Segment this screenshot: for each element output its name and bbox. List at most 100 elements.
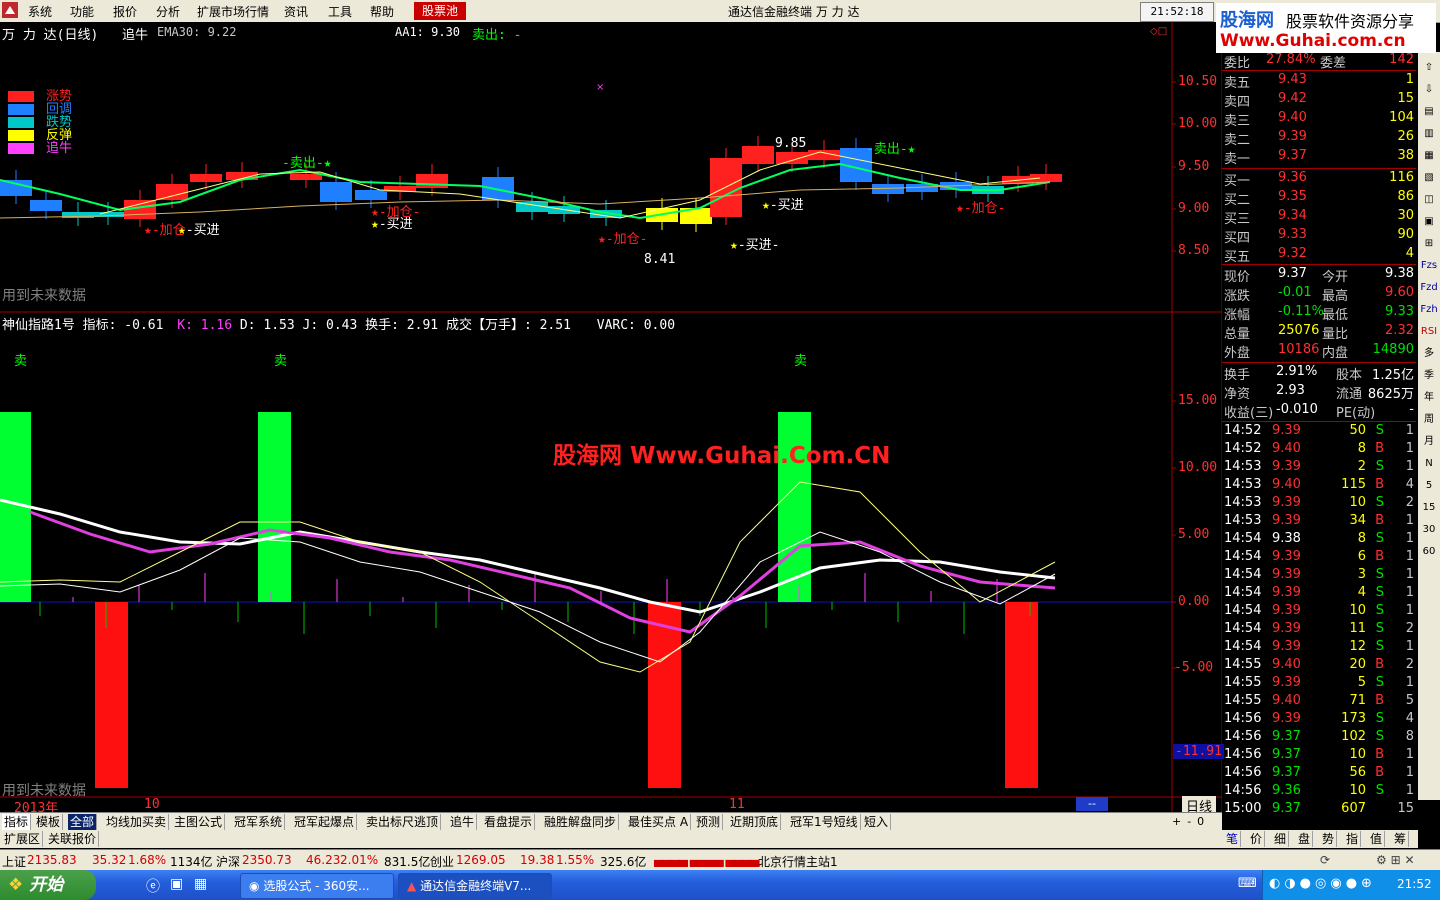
tab-15[interactable]: 短入 bbox=[862, 814, 892, 830]
tab-13[interactable]: 近期顶底 bbox=[728, 814, 782, 830]
sidebar-icon-7[interactable]: 周 bbox=[1420, 412, 1438, 428]
tick-price: 9.39 bbox=[1272, 585, 1301, 600]
sidebar-icon-2[interactable]: Fzh bbox=[1420, 302, 1438, 318]
menu-info[interactable]: 资讯 bbox=[284, 3, 308, 20]
menu-analysis[interactable]: 分析 bbox=[156, 3, 180, 20]
tab-extension[interactable]: 扩展区 bbox=[2, 831, 44, 847]
sidebar-icon-9[interactable]: N bbox=[1420, 456, 1438, 472]
app-logo-icon[interactable] bbox=[2, 2, 18, 18]
candle-body bbox=[0, 180, 32, 196]
tab-14[interactable]: 冠军1号短线 bbox=[788, 814, 861, 830]
sidebar-icon-12[interactable]: 30 bbox=[1420, 522, 1438, 538]
sidebar-tool-icon[interactable]: ⇧ bbox=[1420, 60, 1438, 76]
keyboard-icon[interactable]: ⌨ bbox=[1238, 876, 1257, 891]
sidebar-icon-11[interactable]: 15 bbox=[1420, 500, 1438, 516]
stock-pool-button[interactable]: 股票池 bbox=[414, 2, 466, 20]
right-tab-5[interactable]: 指 bbox=[1344, 831, 1362, 847]
sidebar-icon-10[interactable]: 5 bbox=[1420, 478, 1438, 494]
tab-8[interactable]: 追牛 bbox=[448, 814, 478, 830]
y-tick: 9.00 bbox=[1178, 201, 1210, 216]
menu-tools[interactable]: 工具 bbox=[328, 3, 352, 20]
tick-row: 14:53 9.39 10 S 2 bbox=[1222, 495, 1416, 513]
right-tab-1[interactable]: 价 bbox=[1248, 831, 1266, 847]
stat-label: 现价 bbox=[1224, 270, 1251, 285]
tick-time: 14:53 bbox=[1224, 495, 1262, 510]
sidebar-icon-8[interactable]: 月 bbox=[1420, 434, 1438, 450]
tray-icons[interactable]: ◐◑●◎◉●⊕ bbox=[1269, 876, 1376, 891]
candle-body bbox=[416, 174, 448, 188]
ask-row: 卖四 9.42 15 bbox=[1222, 91, 1416, 110]
kline-chart-area[interactable]: × ◇□ bbox=[0, 22, 1222, 812]
tray-clock: 21:52 bbox=[1397, 877, 1432, 891]
right-tab-4[interactable]: 势 bbox=[1320, 831, 1338, 847]
tab-6[interactable]: 冠军起爆点 bbox=[292, 814, 358, 830]
tick-count: 1 bbox=[1405, 423, 1414, 438]
tab-0[interactable]: 指标 bbox=[2, 814, 32, 830]
taskbar-window-tdx[interactable]: ▲ 通达信金融终端V7... bbox=[398, 873, 552, 899]
tab-5[interactable]: 冠军系统 bbox=[232, 814, 286, 830]
menu-system[interactable]: 系统 bbox=[28, 3, 52, 20]
sidebar-icon-3[interactable]: RSI bbox=[1420, 324, 1438, 340]
sidebar-tool-icon[interactable]: ▤ bbox=[1420, 104, 1438, 120]
ask-label: 卖四 bbox=[1224, 95, 1251, 110]
right-tab-7[interactable]: 筹 bbox=[1392, 831, 1410, 847]
quicklaunch-desktop-icon[interactable]: ▣ bbox=[170, 876, 183, 892]
ask-row: 卖一 9.37 38 bbox=[1222, 148, 1416, 167]
tick-time: 14:56 bbox=[1224, 711, 1262, 726]
right-tab-6[interactable]: 值 bbox=[1368, 831, 1386, 847]
scroll-marker[interactable]: -- bbox=[1076, 797, 1108, 811]
menu-extended-market[interactable]: 扩展市场行情 bbox=[197, 3, 269, 20]
start-button[interactable]: ❖ 开始 bbox=[0, 870, 96, 900]
right-tab-3[interactable]: 盘 bbox=[1296, 831, 1314, 847]
tab-9[interactable]: 看盘提示 bbox=[482, 814, 536, 830]
menu-function[interactable]: 功能 bbox=[70, 3, 94, 20]
sidebar-icon-6[interactable]: 年 bbox=[1420, 390, 1438, 406]
tab-2[interactable]: 全部 bbox=[68, 814, 98, 830]
quicklaunch-app-icon[interactable]: ▦ bbox=[194, 876, 207, 892]
tab-10[interactable]: 融胜解盘同步 bbox=[542, 814, 620, 830]
menu-quote[interactable]: 报价 bbox=[113, 3, 137, 20]
aa1-label: AA1: 9.30 bbox=[395, 25, 461, 39]
sidebar-icon-0[interactable]: Fzs bbox=[1420, 258, 1438, 274]
tab-7[interactable]: 卖出标尺逃顶 bbox=[364, 814, 442, 830]
tab-4[interactable]: 主图公式 bbox=[172, 814, 226, 830]
sidebar-icon-13[interactable]: 60 bbox=[1420, 544, 1438, 560]
tick-price: 9.39 bbox=[1272, 567, 1301, 582]
sidebar-tool-icon[interactable]: ⇩ bbox=[1420, 82, 1438, 98]
taskbar-window-formula[interactable]: ◉ 选股公式 - 360安... bbox=[240, 873, 394, 899]
sidebar-tool-icon[interactable]: ⊞ bbox=[1420, 236, 1438, 252]
tab-11[interactable]: 最佳买点 A bbox=[626, 814, 692, 830]
tick-volume: 6 bbox=[1357, 549, 1366, 564]
refresh-icon[interactable]: ⟳ bbox=[1320, 853, 1330, 867]
tick-row: 14:55 9.40 71 B 5 bbox=[1222, 693, 1416, 711]
tab-related-quote[interactable]: 关联报价 bbox=[46, 831, 100, 847]
sidebar-icon-4[interactable]: 多 bbox=[1420, 346, 1438, 362]
tick-volume: 11 bbox=[1349, 621, 1366, 636]
tick-price: 9.39 bbox=[1272, 423, 1301, 438]
tab-1[interactable]: 模板 bbox=[34, 814, 64, 830]
sidebar-tool-icon[interactable]: ▥ bbox=[1420, 126, 1438, 142]
sidebar-tool-icon[interactable]: ◫ bbox=[1420, 192, 1438, 208]
sidebar-icon-1[interactable]: Fzd bbox=[1420, 280, 1438, 296]
tab-nav-buttons[interactable]: +-0 bbox=[1172, 813, 1222, 830]
bid-volume: 90 bbox=[1397, 227, 1414, 242]
bid-row: 买三 9.34 30 bbox=[1222, 208, 1416, 227]
sidebar-tool-icon[interactable]: ▧ bbox=[1420, 170, 1438, 186]
quicklaunch-ie-icon[interactable]: ⓔ bbox=[146, 876, 160, 896]
right-tab-2[interactable]: 细 bbox=[1272, 831, 1290, 847]
menu-help[interactable]: 帮助 bbox=[370, 3, 394, 20]
tab-12[interactable]: 预测 bbox=[694, 814, 724, 830]
tick-price: 9.40 bbox=[1272, 693, 1301, 708]
tick-count: 1 bbox=[1405, 747, 1414, 762]
sidebar-tool-icon[interactable]: ▦ bbox=[1420, 148, 1438, 164]
stat-label: 涨跌 bbox=[1224, 289, 1251, 304]
tab-3[interactable]: 均线加买卖 bbox=[104, 814, 170, 830]
sh-value: 2135.83 bbox=[27, 853, 77, 867]
status-tool-icons[interactable]: ⚙ ⊞ ✕ bbox=[1376, 853, 1415, 867]
quote-separator bbox=[1222, 70, 1416, 71]
right-tab-0[interactable]: 笔 bbox=[1224, 831, 1242, 847]
bid-row: 买五 9.32 4 bbox=[1222, 246, 1416, 265]
sidebar-tool-icon[interactable]: ▣ bbox=[1420, 214, 1438, 230]
sidebar-icon-5[interactable]: 季 bbox=[1420, 368, 1438, 384]
tick-count: 1 bbox=[1405, 459, 1414, 474]
